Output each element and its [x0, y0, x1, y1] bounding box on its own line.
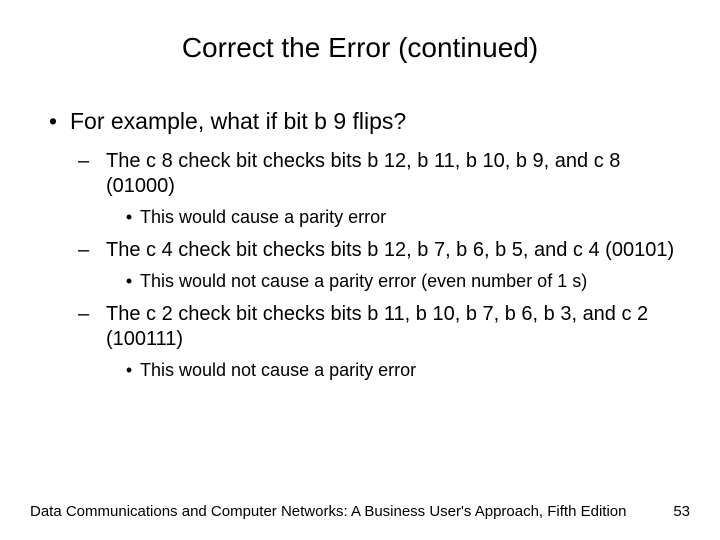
slide-title: Correct the Error (continued) — [30, 32, 690, 64]
bullet-text: The c 8 check bit checks bits b 12, b 11… — [106, 149, 690, 199]
bullet-dot-icon: • — [118, 360, 140, 381]
page-number: 53 — [673, 503, 690, 520]
bullet-level3: • This would not cause a parity error (e… — [118, 271, 690, 292]
bullet-level3: • This would cause a parity error — [118, 207, 690, 228]
content-area: • For example, what if bit b 9 flips? – … — [30, 108, 690, 381]
bullet-level2: – The c 4 check bit checks bits b 12, b … — [78, 238, 690, 263]
bullet-dot-icon: • — [36, 108, 70, 135]
bullet-dash-icon: – — [78, 238, 106, 263]
bullet-level1: • For example, what if bit b 9 flips? — [36, 108, 690, 135]
bullet-level2: – The c 8 check bit checks bits b 12, b … — [78, 149, 690, 199]
bullet-text: The c 2 check bit checks bits b 11, b 10… — [106, 302, 690, 352]
bullet-text: This would not cause a parity error — [140, 360, 416, 381]
bullet-level2: – The c 2 check bit checks bits b 11, b … — [78, 302, 690, 352]
bullet-dash-icon: – — [78, 149, 106, 199]
footer-source: Data Communications and Computer Network… — [30, 503, 626, 520]
bullet-level3: • This would not cause a parity error — [118, 360, 690, 381]
bullet-text: For example, what if bit b 9 flips? — [70, 108, 406, 135]
footer: Data Communications and Computer Network… — [30, 503, 690, 520]
bullet-dash-icon: – — [78, 302, 106, 352]
bullet-dot-icon: • — [118, 207, 140, 228]
bullet-text: The c 4 check bit checks bits b 12, b 7,… — [106, 238, 674, 263]
bullet-text: This would not cause a parity error (eve… — [140, 271, 587, 292]
bullet-text: This would cause a parity error — [140, 207, 386, 228]
bullet-dot-icon: • — [118, 271, 140, 292]
